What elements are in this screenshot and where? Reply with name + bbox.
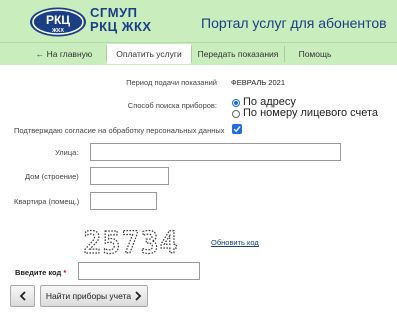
nav-pay[interactable]: Оплатить услуги [107,44,191,64]
code-label: Введите код * [15,268,66,277]
logo-text: РКЦ [46,13,70,27]
period-label: Период подачи показаний [126,78,217,87]
org-name: СГМУП РКЦ ЖКХ [90,6,152,34]
captcha-image: 25734 [83,226,179,258]
find-meters-button[interactable]: Найти приборы учета [40,285,148,307]
nav-help[interactable]: Помощь [285,44,345,64]
org-line2: РКЦ ЖКХ [90,19,152,34]
chevron-right-icon [135,291,142,301]
header: РКЦ ЖКХ СГМУП РКЦ ЖКХ Портал услуг для а… [0,0,397,42]
apartment-label: Квартира (помещ.) [14,197,80,206]
logo: РКЦ ЖКХ [30,7,86,37]
nav-home[interactable]: ← На главную [30,44,98,64]
logo-subtext: ЖКХ [51,28,64,34]
search-method-label: Способ поиска приборов: [127,101,217,110]
consent-label: Подтверждаю согласие на обработку персон… [14,126,225,135]
nav-readings[interactable]: Передать показания [192,44,284,64]
refresh-captcha-link[interactable]: Обновить код [211,238,259,247]
street-input[interactable] [90,143,341,161]
radio-account-label[interactable]: По номеру лицевого счета [243,108,378,119]
find-meters-label: Найти приборы учета [45,291,132,301]
nav-bar: ← На главную Оплатить услуги Передать по… [0,42,397,65]
chevron-left-icon [19,291,26,301]
house-label: Дом (строение) [25,172,79,181]
period-value: ФЕВРАЛЬ 2021 [231,78,285,87]
consent-checkbox[interactable] [232,124,242,134]
portal-title: Портал услуг для абонентов [201,15,387,31]
back-button[interactable] [10,285,35,307]
required-mark: * [63,268,67,277]
code-label-text: Введите код [15,268,62,277]
check-icon [233,126,241,133]
captcha-text: 25734 [83,226,178,258]
apartment-input[interactable] [90,192,157,210]
org-line1: СГМУП [90,5,138,20]
code-input[interactable] [78,262,200,280]
radio-account[interactable]: По номеру лицевого счета [232,108,378,119]
house-input[interactable] [90,167,169,185]
radio-account-button[interactable] [232,109,240,118]
street-label: Улица: [55,148,79,157]
radio-address-button[interactable] [232,98,240,107]
